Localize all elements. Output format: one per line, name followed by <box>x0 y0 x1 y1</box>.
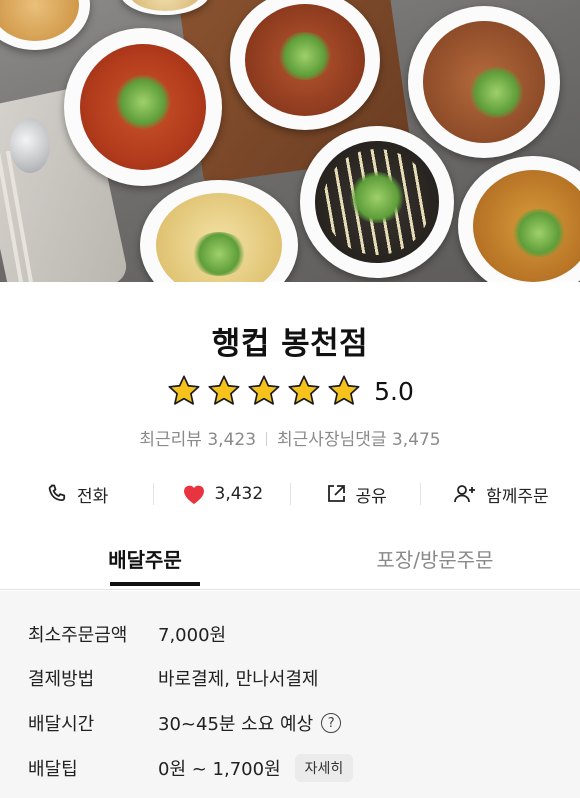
min-order-value: 7,000원 <box>158 625 227 646</box>
bowl <box>300 126 454 278</box>
recent-reviews-link[interactable]: 최근리뷰 3,423 <box>139 430 256 450</box>
owner-replies-link[interactable]: 최근사장님댓글 3,475 <box>277 430 441 450</box>
share-icon <box>327 485 345 502</box>
order-type-tabs: 배달주문 포장/방문주문 <box>0 538 580 590</box>
divider <box>266 432 268 446</box>
phone-icon <box>48 484 66 501</box>
info-row-min-order: 최소주문금액 7,000원 <box>28 619 226 649</box>
delivery-time-value: 30~45분 소요 예상 <box>158 714 314 735</box>
heart-icon <box>183 485 204 504</box>
bowl <box>408 6 560 158</box>
group-order-label: 함께주문 <box>486 486 549 507</box>
bowl <box>0 0 90 50</box>
delivery-info: 최소주문금액 7,000원 결제방법 바로결제, 만나서결제 배달시간 30~4… <box>0 591 580 798</box>
info-row-delivery-tip: 배달팁 0원 ~ 1,700원 자세히 <box>28 753 354 783</box>
call-label: 전화 <box>76 486 109 507</box>
delivery-tip-label: 배달팁 <box>28 759 78 780</box>
delivery-tip-value-wrap: 0원 ~ 1,700원 자세히 <box>158 754 354 782</box>
payment-value: 바로결제, 만나서결제 <box>158 669 319 690</box>
delivery-time-label: 배달시간 <box>28 714 95 735</box>
store-actions: 전화 3,432 공유 함께주문 <box>0 474 580 514</box>
add-user-icon <box>454 485 476 503</box>
star-icon <box>208 375 240 405</box>
spoon <box>10 118 50 173</box>
bowl <box>458 156 580 282</box>
star-icon <box>248 375 280 405</box>
info-row-delivery-time: 배달시간 30~45분 소요 예상 ? <box>28 708 342 738</box>
bowl <box>64 28 222 186</box>
share-label: 공유 <box>355 486 387 507</box>
store-name: 행컵 봉천점 <box>211 326 369 362</box>
active-tab-indicator <box>110 582 200 586</box>
bowl <box>140 180 298 282</box>
tab-pickup[interactable]: 포장/방문주문 <box>290 538 580 589</box>
call-button[interactable]: 전화 <box>0 474 153 514</box>
share-button[interactable]: 공유 <box>291 474 420 514</box>
rating-score: 5.0 <box>374 376 414 406</box>
payment-label: 결제방법 <box>28 669 95 690</box>
star-icon <box>328 375 360 405</box>
group-order-button[interactable]: 함께주문 <box>421 474 580 514</box>
min-order-label: 최소주문금액 <box>28 625 128 646</box>
delivery-tip-value: 0원 ~ 1,700원 <box>158 759 281 780</box>
star-icon <box>288 375 320 405</box>
delivery-time-value-wrap: 30~45분 소요 예상 ? <box>158 710 342 736</box>
info-row-payment: 결제방법 바로결제, 만나서결제 <box>28 663 318 693</box>
review-counts: 최근리뷰 3,423 최근사장님댓글 3,475 <box>0 425 580 450</box>
like-button[interactable]: 3,432 <box>154 474 289 514</box>
store-hero-image <box>0 0 580 282</box>
help-icon[interactable]: ? <box>321 713 342 733</box>
rating-row: 5.0 <box>0 372 580 410</box>
tip-detail-button[interactable]: 자세히 <box>294 754 354 782</box>
like-count: 3,432 <box>214 484 264 504</box>
star-icon <box>168 375 200 405</box>
